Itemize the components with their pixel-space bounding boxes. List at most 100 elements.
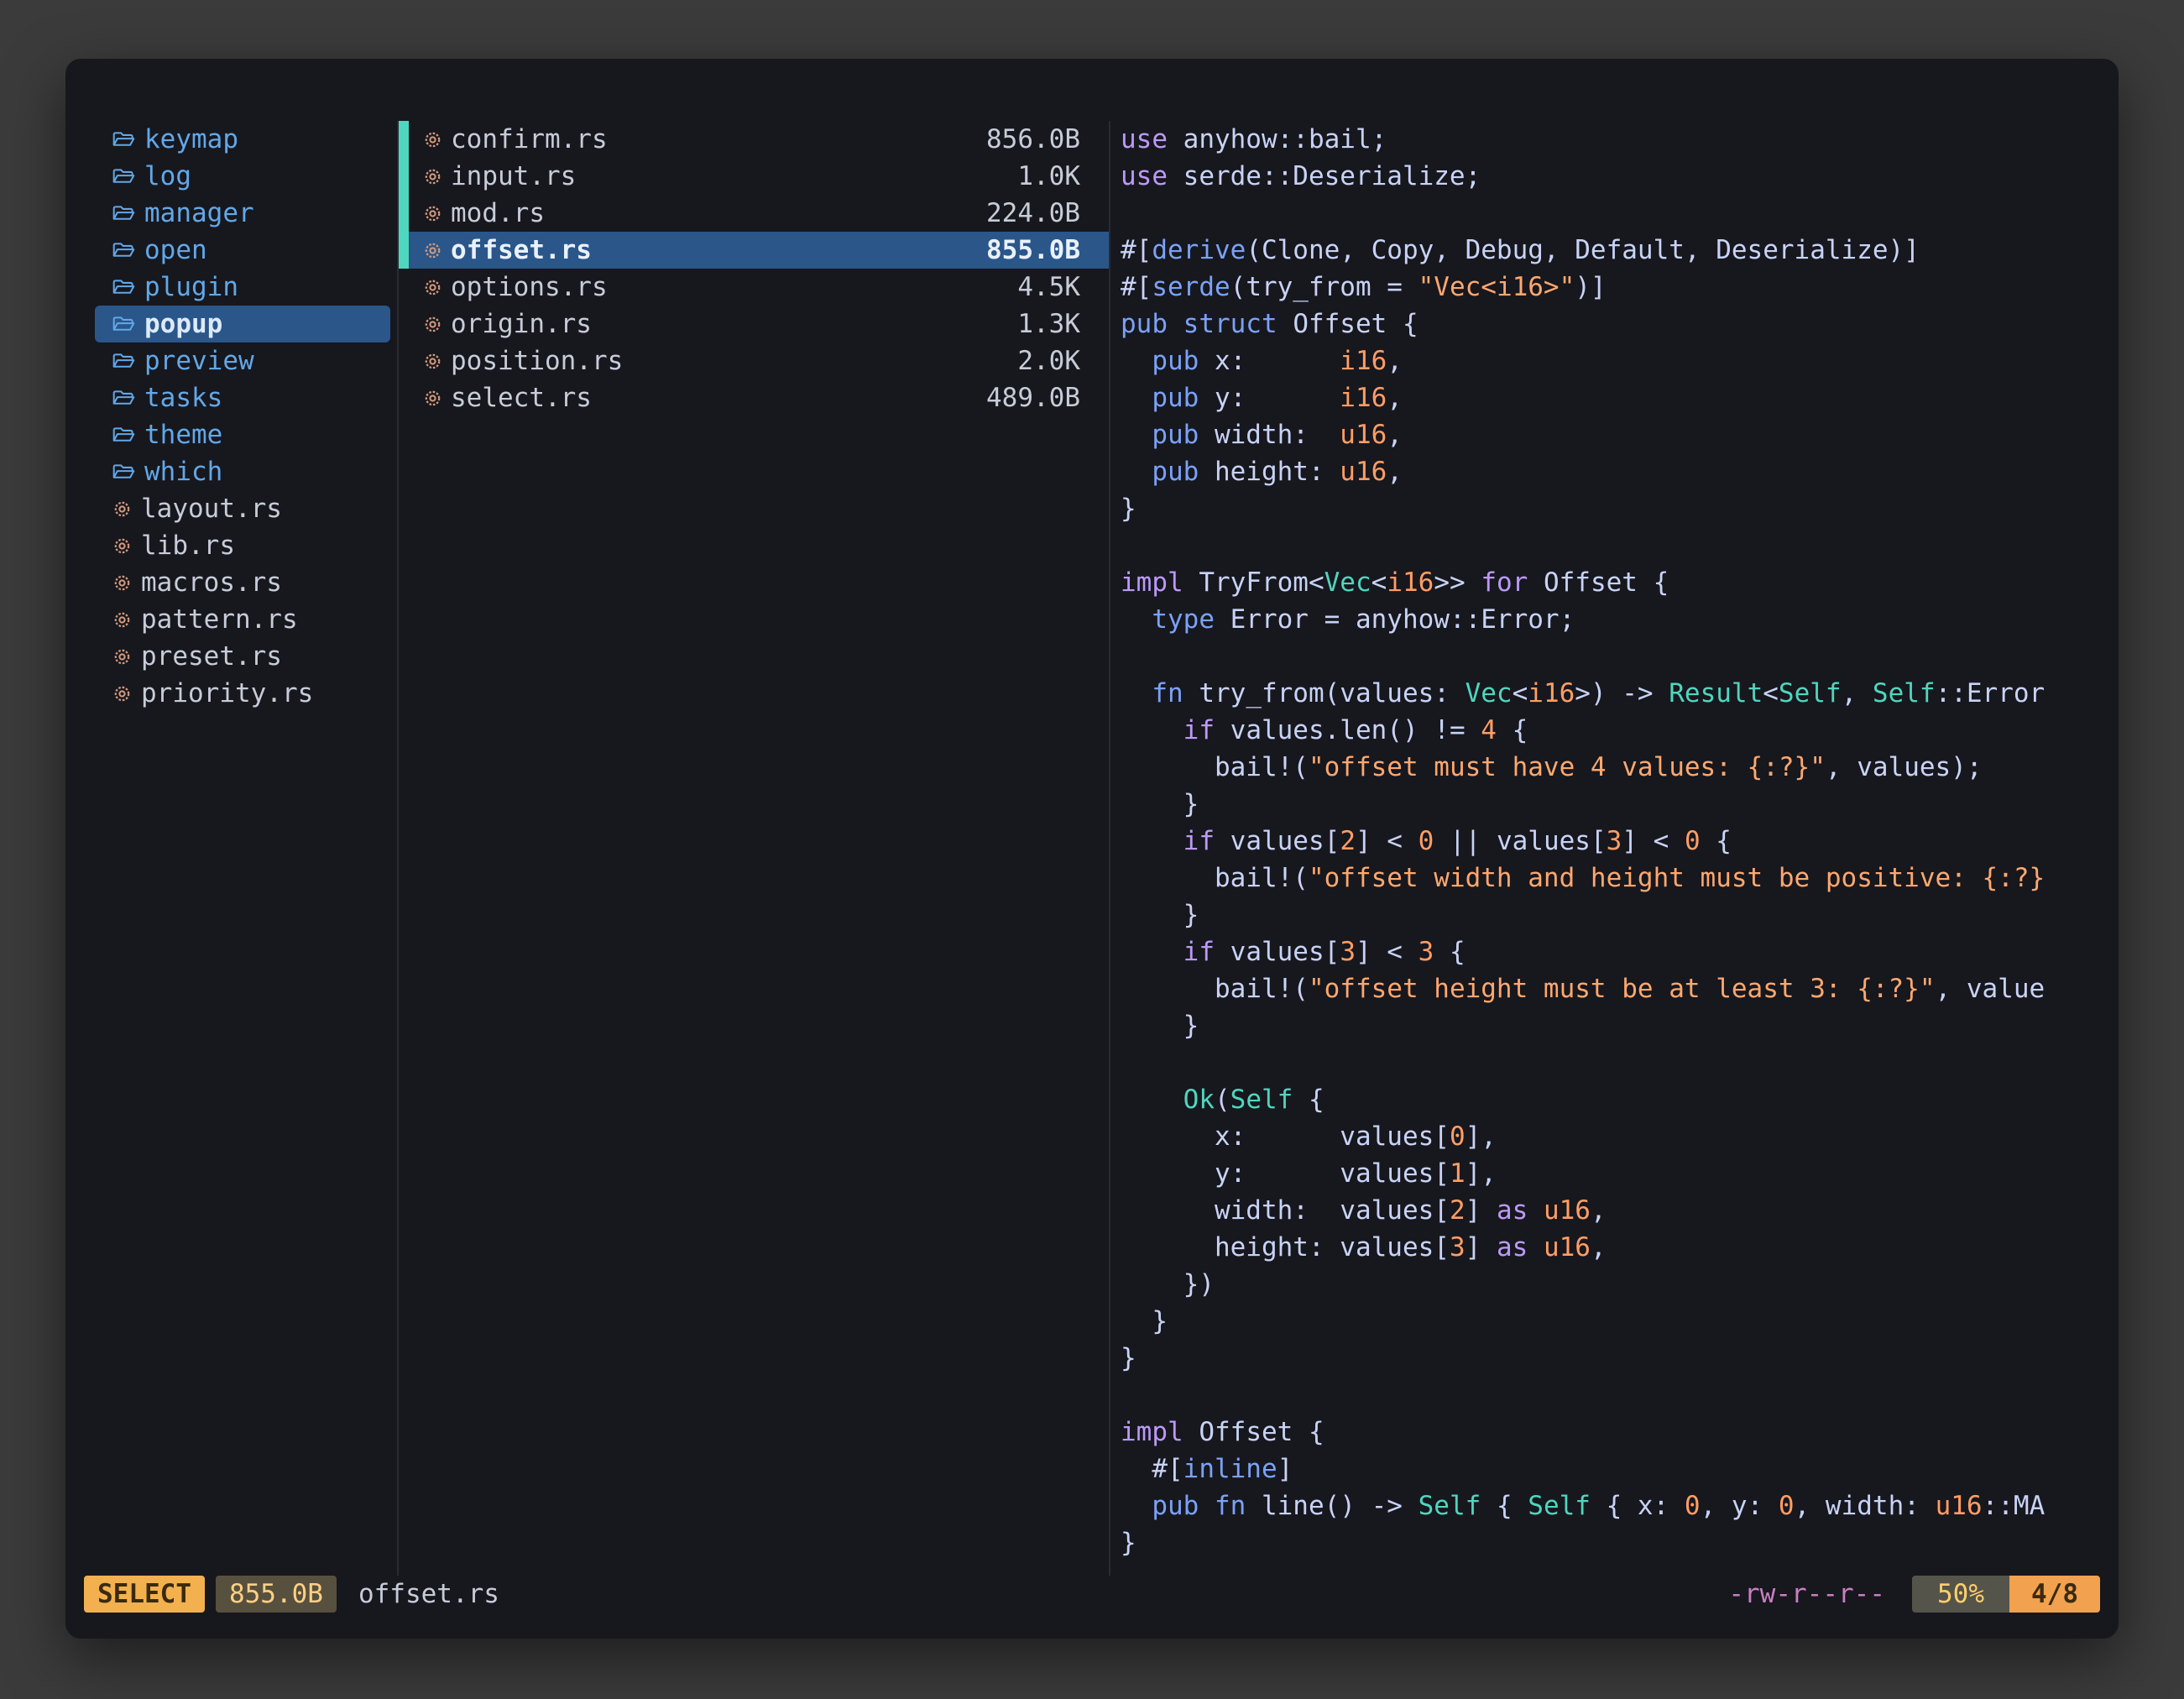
code-line: } [1121, 1303, 2119, 1340]
sidebar-item-macros-rs[interactable]: macros.rs [95, 564, 390, 601]
preview-pane: use anyhow::bail;use serde::Deserialize;… [1109, 121, 2119, 1576]
file-row-origin-rs[interactable]: origin.rs 1.3K [399, 306, 1109, 342]
sidebar-item-popup[interactable]: popup [95, 306, 390, 342]
code-line: type Error = anyhow::Error; [1121, 601, 2119, 638]
selection-mark [399, 379, 409, 416]
item-label: pattern.rs [141, 601, 298, 638]
file-size: 1.3K [1017, 306, 1080, 342]
file-row-offset-rs[interactable]: offset.rs855.0B [399, 232, 1109, 269]
rust-file-icon [423, 315, 442, 334]
code-line: if values.len() != 4 { [1121, 712, 2119, 749]
folder-icon [112, 241, 135, 259]
sidebar-item-priority-rs[interactable]: priority.rs [95, 675, 390, 712]
folder-icon [112, 278, 135, 296]
status-bar: SELECT 855.0B offset.rs -rw-r--r-- 50% 4… [65, 1576, 2119, 1613]
file-row-body: origin.rs 1.3K [409, 306, 1109, 342]
sidebar-item-keymap[interactable]: keymap [95, 121, 390, 158]
selection-mark [399, 232, 409, 269]
code-line: #[derive(Clone, Copy, Debug, Default, De… [1121, 232, 2119, 269]
current-directory-pane: confirm.rs856.0Binput.rs 1.0Kmod.rs224.0B… [397, 121, 1109, 1576]
file-name: select.rs [451, 379, 592, 416]
sidebar-item-layout-rs[interactable]: layout.rs [95, 490, 390, 527]
code-line: }) [1121, 1266, 2119, 1303]
file-size: 856.0B [986, 121, 1080, 158]
item-label: layout.rs [141, 490, 282, 527]
item-label: macros.rs [141, 564, 282, 601]
file-row-input-rs[interactable]: input.rs 1.0K [399, 158, 1109, 195]
code-line: Ok(Self { [1121, 1081, 2119, 1118]
scroll-percent-badge: 50% [1912, 1576, 2009, 1613]
code-line: } [1121, 1007, 2119, 1044]
rust-file-icon [423, 352, 442, 371]
rust-file-icon [423, 130, 442, 149]
code-line [1121, 1377, 2119, 1414]
file-row-options-rs[interactable]: options.rs 4.5K [399, 269, 1109, 306]
rust-file-icon [423, 204, 442, 223]
file-name: options.rs [451, 269, 608, 306]
sidebar-item-preview[interactable]: preview [95, 342, 390, 379]
folder-icon [112, 426, 135, 444]
file-name: mod.rs [451, 195, 545, 232]
folder-icon [112, 167, 135, 186]
terminal-window: keymaplogmanageropenpluginpopuppreviewta… [65, 59, 2119, 1639]
sidebar-item-pattern-rs[interactable]: pattern.rs [95, 601, 390, 638]
file-row-position-rs[interactable]: position.rs2.0K [399, 342, 1109, 379]
sidebar-item-lib-rs[interactable]: lib.rs [95, 527, 390, 564]
folder-icon [112, 352, 135, 370]
selection-mark [399, 269, 409, 306]
file-row-confirm-rs[interactable]: confirm.rs856.0B [399, 121, 1109, 158]
folder-icon [112, 463, 135, 481]
rust-file-icon [112, 499, 132, 519]
code-line: pub x: i16, [1121, 342, 2119, 379]
file-name: origin.rs [451, 306, 592, 342]
item-label: lib.rs [141, 527, 235, 564]
sidebar-item-plugin[interactable]: plugin [95, 269, 390, 306]
folder-icon [112, 130, 135, 149]
code-line: bail!("offset must have 4 values: {:?}",… [1121, 749, 2119, 786]
file-size: 1.0K [1017, 158, 1080, 195]
file-row-body: mod.rs224.0B [409, 195, 1109, 232]
sidebar-item-preset-rs[interactable]: preset.rs [95, 638, 390, 675]
selection-mark [399, 158, 409, 195]
code-line: use serde::Deserialize; [1121, 158, 2119, 195]
sidebar-item-open[interactable]: open [95, 232, 390, 269]
code-line: height: values[3] as u16, [1121, 1229, 2119, 1266]
item-label: open [144, 232, 207, 269]
code-line: } [1121, 1524, 2119, 1561]
sidebar-item-which[interactable]: which [95, 453, 390, 490]
sidebar-item-log[interactable]: log [95, 158, 390, 195]
code-line: pub height: u16, [1121, 453, 2119, 490]
item-label: preset.rs [141, 638, 282, 675]
file-row-body: select.rs489.0B [409, 379, 1109, 416]
rust-file-icon [423, 389, 442, 408]
code-line [1121, 638, 2119, 675]
file-row-select-rs[interactable]: select.rs489.0B [399, 379, 1109, 416]
sidebar-item-tasks[interactable]: tasks [95, 379, 390, 416]
file-name: input.rs [451, 158, 576, 195]
item-label: tasks [144, 379, 222, 416]
code-line: pub fn line() -> Self { Self { x: 0, y: … [1121, 1487, 2119, 1524]
permissions-text: -rw-r--r-- [1728, 1576, 1885, 1613]
code-line: use anyhow::bail; [1121, 121, 2119, 158]
rust-file-icon [112, 536, 132, 556]
selection-mark [399, 121, 409, 158]
selection-mark [399, 195, 409, 232]
code-preview: use anyhow::bail;use serde::Deserialize;… [1110, 121, 2119, 1561]
sidebar-item-manager[interactable]: manager [95, 195, 390, 232]
selection-mark [399, 306, 409, 342]
code-line [1121, 195, 2119, 232]
code-line: if values[2] < 0 || values[3] < 0 { [1121, 823, 2119, 860]
code-line: } [1121, 897, 2119, 933]
file-row-mod-rs[interactable]: mod.rs224.0B [399, 195, 1109, 232]
parent-directory-pane: keymaplogmanageropenpluginpopuppreviewta… [65, 121, 397, 1576]
folder-icon [112, 315, 135, 333]
folder-icon [112, 389, 135, 407]
file-size: 2.0K [1017, 342, 1080, 379]
code-line: bail!("offset width and height must be p… [1121, 860, 2119, 897]
code-line [1121, 527, 2119, 564]
item-label: keymap [144, 121, 238, 158]
sidebar-item-theme[interactable]: theme [95, 416, 390, 453]
code-line: impl TryFrom<Vec<i16>> for Offset { [1121, 564, 2119, 601]
file-row-body: position.rs2.0K [409, 342, 1109, 379]
file-size: 4.5K [1017, 269, 1080, 306]
